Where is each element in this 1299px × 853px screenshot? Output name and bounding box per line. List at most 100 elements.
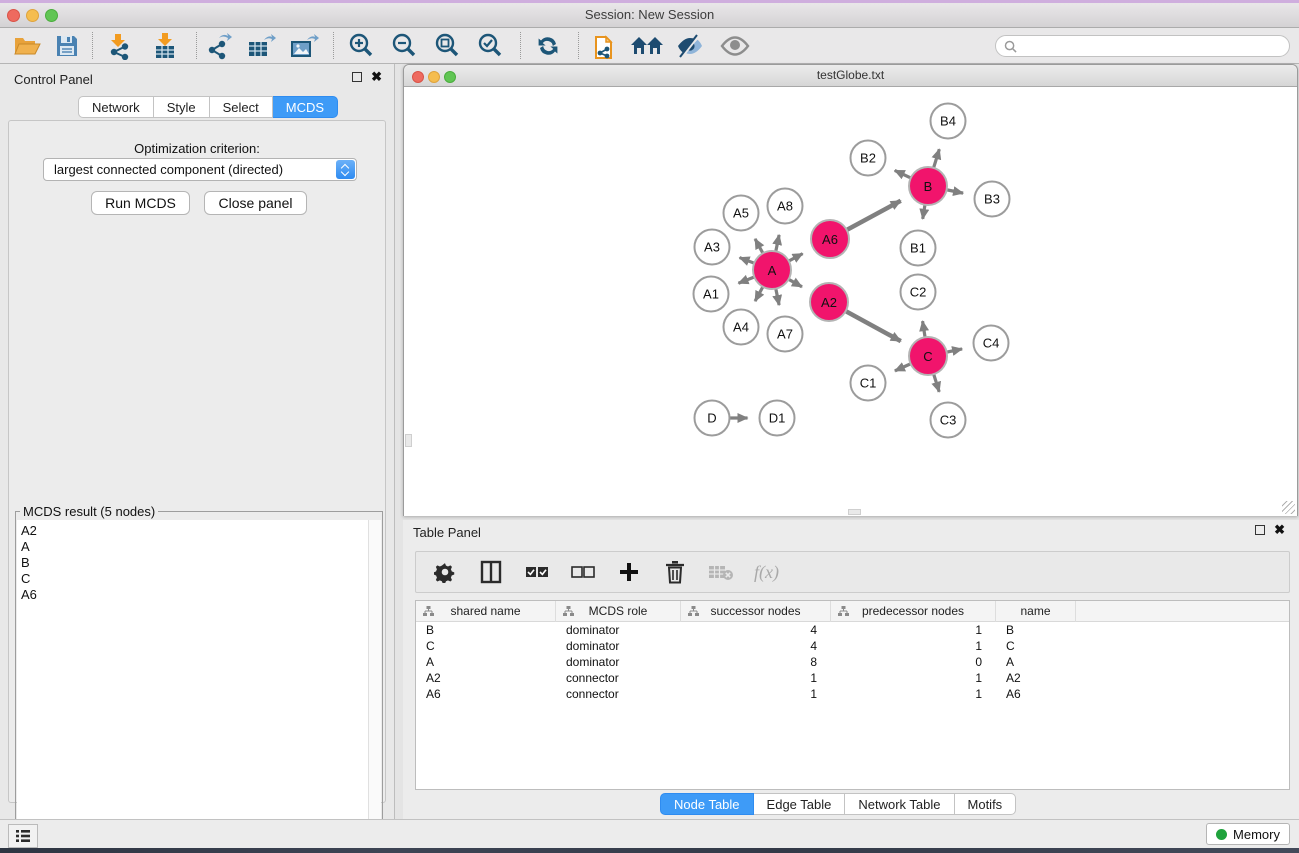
tab-style[interactable]: Style xyxy=(154,96,210,118)
workspace: testGlobe.txt B4 B2 B B3 A8A5 A6 A3 B1 A C2 A1 A2 A4… xyxy=(395,64,1299,819)
window-resize-grip[interactable] xyxy=(1282,501,1295,514)
mcds-result-item[interactable]: A6 xyxy=(21,587,369,603)
toggle-view-button[interactable] xyxy=(716,31,754,61)
float-table-panel-icon[interactable] xyxy=(1255,525,1265,535)
tab-network-table[interactable]: Network Table xyxy=(845,793,954,815)
node-B2[interactable]: B2 xyxy=(850,140,887,177)
deselect-all-button[interactable] xyxy=(570,559,596,585)
node-B4[interactable]: B4 xyxy=(930,103,967,140)
node-C3[interactable]: C3 xyxy=(930,402,967,439)
node-C4[interactable]: C4 xyxy=(973,325,1010,362)
column-visibility-button[interactable] xyxy=(478,559,504,585)
close-panel-icon[interactable]: ✖ xyxy=(371,72,382,82)
table-row-C[interactable]: Cdominator41C xyxy=(416,638,1289,654)
minimize-network-button[interactable] xyxy=(428,71,440,83)
clone-network-button[interactable] xyxy=(587,31,625,61)
tab-select[interactable]: Select xyxy=(210,96,273,118)
table-row-A[interactable]: Adominator80A xyxy=(416,654,1289,670)
node-A2[interactable]: A2 xyxy=(809,282,849,322)
add-column-button[interactable] xyxy=(616,559,642,585)
memory-button[interactable]: Memory xyxy=(1206,823,1290,845)
zoom-fit-button[interactable] xyxy=(428,31,466,61)
cell-MCDS-role: connector xyxy=(556,670,681,686)
table-row-A6[interactable]: A6connector11A6 xyxy=(416,686,1289,702)
cell-MCDS-role: dominator xyxy=(556,654,681,670)
node-B1[interactable]: B1 xyxy=(900,230,937,267)
tab-mcds[interactable]: MCDS xyxy=(273,96,338,118)
node-B[interactable]: B xyxy=(908,166,948,206)
import-network-button[interactable] xyxy=(101,31,139,61)
criterion-dropdown[interactable]: largest connected component (directed) xyxy=(43,158,357,181)
network-window-titlebar[interactable]: testGlobe.txt xyxy=(404,65,1297,87)
column-header-predecessor-nodes[interactable]: predecessor nodes xyxy=(831,601,996,622)
table-row-B[interactable]: Bdominator41B xyxy=(416,622,1289,638)
tab-node-table[interactable]: Node Table xyxy=(660,793,754,815)
tab-network[interactable]: Network xyxy=(78,96,154,118)
close-panel-button[interactable]: Close panel xyxy=(204,191,307,215)
column-header-name[interactable]: name xyxy=(996,601,1076,622)
gear-icon xyxy=(434,561,456,583)
delete-column-button[interactable] xyxy=(662,559,688,585)
zoom-network-button[interactable] xyxy=(444,71,456,83)
select-all-button[interactable] xyxy=(524,559,550,585)
import-table-button[interactable] xyxy=(146,31,184,61)
node-C2[interactable]: C2 xyxy=(900,274,937,311)
zoom-selected-button[interactable] xyxy=(471,31,509,61)
result-scrollbar[interactable] xyxy=(368,520,381,853)
table-row-A2[interactable]: A2connector11A2 xyxy=(416,670,1289,686)
mcds-result-item[interactable]: C xyxy=(21,571,369,587)
cell-shared-name: A2 xyxy=(416,670,556,686)
node-C[interactable]: C xyxy=(908,336,948,376)
export-image-button[interactable] xyxy=(285,31,323,61)
horizontal-scroll-indicator[interactable] xyxy=(848,509,861,515)
open-session-button[interactable] xyxy=(8,31,46,61)
mcds-result-item[interactable]: A xyxy=(21,539,369,555)
run-mcds-button[interactable]: Run MCDS xyxy=(91,191,190,215)
zoom-window-button[interactable] xyxy=(45,9,58,22)
mcds-result-list[interactable]: A2ABCA6 xyxy=(17,520,369,853)
node-A5[interactable]: A5 xyxy=(723,195,760,232)
show-all-networks-button[interactable] xyxy=(628,31,666,61)
mcds-result-item[interactable]: A2 xyxy=(21,523,369,539)
node-A7[interactable]: A7 xyxy=(767,316,804,353)
node-D1[interactable]: D1 xyxy=(759,400,796,437)
tab-edge-table[interactable]: Edge Table xyxy=(754,793,846,815)
vertical-scroll-indicator[interactable] xyxy=(405,434,412,447)
hide-labels-button[interactable] xyxy=(671,31,709,61)
network-canvas[interactable]: B4 B2 B B3 A8A5 A6 A3 B1 A C2 A1 A2 A4A7 C4 C C1 D D1 C3 xyxy=(404,88,1297,516)
node-A6[interactable]: A6 xyxy=(810,219,850,259)
table-settings-button[interactable] xyxy=(432,559,458,585)
node-A4[interactable]: A4 xyxy=(723,309,760,346)
node-A8[interactable]: A8 xyxy=(767,188,804,225)
close-window-button[interactable] xyxy=(7,9,20,22)
plus-icon xyxy=(619,562,639,582)
export-table-button[interactable] xyxy=(242,31,280,61)
open-folder-icon xyxy=(13,34,41,58)
close-network-button[interactable] xyxy=(412,71,424,83)
trash-icon xyxy=(665,560,685,584)
node-A1[interactable]: A1 xyxy=(693,276,730,313)
column-header-successor-nodes[interactable]: successor nodes xyxy=(681,601,831,622)
zoom-out-button[interactable] xyxy=(385,31,423,61)
save-session-button[interactable] xyxy=(48,31,86,61)
close-table-panel-icon[interactable]: ✖ xyxy=(1274,525,1285,535)
node-B3[interactable]: B3 xyxy=(974,181,1011,218)
zoom-in-button[interactable] xyxy=(342,31,380,61)
cell-successor-nodes: 1 xyxy=(681,686,831,702)
show-panel-list-button[interactable] xyxy=(8,824,38,848)
export-network-button[interactable] xyxy=(200,31,238,61)
tab-motifs[interactable]: Motifs xyxy=(955,793,1017,815)
float-panel-icon[interactable] xyxy=(352,72,362,82)
refresh-button[interactable] xyxy=(529,31,567,61)
node-D[interactable]: D xyxy=(694,400,731,437)
control-panel-tabs: NetworkStyleSelectMCDS xyxy=(78,96,338,118)
node-A3[interactable]: A3 xyxy=(694,229,731,266)
node-A[interactable]: A xyxy=(752,250,792,290)
table-panel-tabs: Node TableEdge TableNetwork TableMotifs xyxy=(660,793,1016,815)
minimize-window-button[interactable] xyxy=(26,9,39,22)
column-header-shared-name[interactable]: shared name xyxy=(416,601,556,622)
node-C1[interactable]: C1 xyxy=(850,365,887,402)
mcds-result-item[interactable]: B xyxy=(21,555,369,571)
search-input[interactable] xyxy=(1021,39,1289,53)
column-header-MCDS-role[interactable]: MCDS role xyxy=(556,601,681,622)
